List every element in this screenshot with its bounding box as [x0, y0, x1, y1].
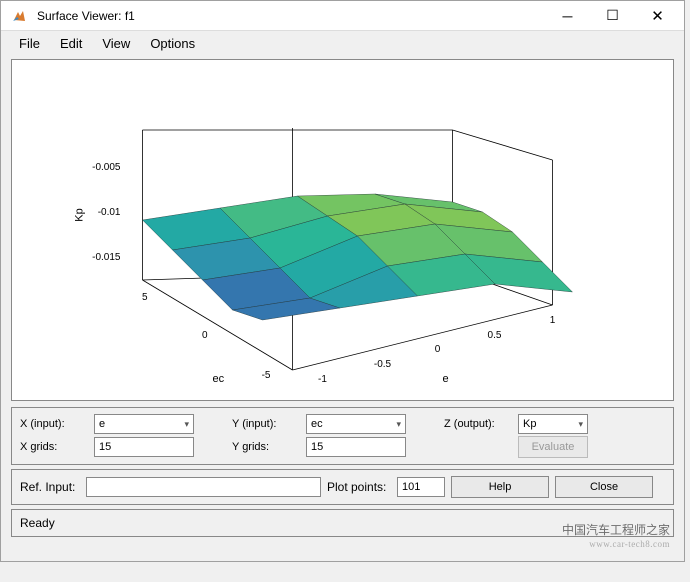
menu-file[interactable]: File [9, 33, 50, 54]
y-tick: 5 [142, 292, 148, 303]
y-axis-label: ec [213, 373, 225, 385]
close-window-button[interactable]: ✕ [635, 1, 680, 30]
y-grids-input[interactable]: 15 [306, 437, 406, 457]
io-panel: X (input): e▾ Y (input): ec▾ Z (output):… [11, 407, 674, 465]
x-tick: -1 [318, 374, 327, 385]
x-tick: 0.5 [488, 330, 502, 341]
x-tick: 0 [435, 344, 441, 355]
window-title: Surface Viewer: f1 [33, 9, 545, 23]
status-text: Ready [20, 516, 55, 530]
ref-input-field[interactable] [86, 477, 321, 497]
title-bar[interactable]: Surface Viewer: f1 ─ ☐ ✕ [1, 1, 684, 31]
evaluate-button[interactable]: Evaluate [518, 436, 588, 458]
surface-plot[interactable]: -0.005 -0.01 -0.015 Kp 5 0 -5 ec -1 -0.5… [11, 59, 674, 401]
x-axis-label: e [443, 373, 449, 385]
plot-points-label: Plot points: [327, 480, 391, 494]
z-output-label: Z (output): [444, 418, 514, 430]
ref-panel: Ref. Input: Plot points: 101 Help Close [11, 469, 674, 505]
help-button[interactable]: Help [451, 476, 549, 498]
y-tick: -5 [262, 370, 271, 381]
menu-options[interactable]: Options [140, 33, 205, 54]
menu-edit[interactable]: Edit [50, 33, 92, 54]
watermark: 中国汽车工程师之家 www.car-tech8.com [562, 523, 670, 551]
y-input-select[interactable]: ec▾ [306, 414, 406, 434]
matlab-icon [11, 8, 27, 24]
close-button[interactable]: Close [555, 476, 653, 498]
chevron-down-icon: ▾ [396, 419, 401, 430]
plot-points-input[interactable]: 101 [397, 477, 445, 497]
x-tick: 1 [550, 315, 556, 326]
ref-input-label: Ref. Input: [20, 480, 80, 494]
z-output-select[interactable]: Kp▾ [518, 414, 588, 434]
chevron-down-icon: ▾ [184, 419, 189, 430]
surface-chart-svg: -0.005 -0.01 -0.015 Kp 5 0 -5 ec -1 -0.5… [12, 60, 673, 400]
x-grids-label: X grids: [20, 441, 90, 453]
z-axis-label: Kp [74, 208, 86, 221]
minimize-button[interactable]: ─ [545, 1, 590, 30]
chevron-down-icon: ▾ [578, 419, 583, 430]
x-input-label: X (input): [20, 418, 90, 430]
z-tick: -0.015 [92, 252, 121, 263]
menu-view[interactable]: View [92, 33, 140, 54]
x-input-select[interactable]: e▾ [94, 414, 194, 434]
x-tick: -0.5 [374, 359, 392, 370]
y-input-label: Y (input): [232, 418, 302, 430]
y-tick: 0 [202, 330, 208, 341]
maximize-button[interactable]: ☐ [590, 1, 635, 30]
y-grids-label: Y grids: [232, 441, 302, 453]
z-tick: -0.005 [92, 162, 121, 173]
x-grids-input[interactable]: 15 [94, 437, 194, 457]
z-tick: -0.01 [98, 207, 121, 218]
menu-bar: File Edit View Options [1, 31, 684, 55]
app-window: Surface Viewer: f1 ─ ☐ ✕ File Edit View … [0, 0, 685, 562]
